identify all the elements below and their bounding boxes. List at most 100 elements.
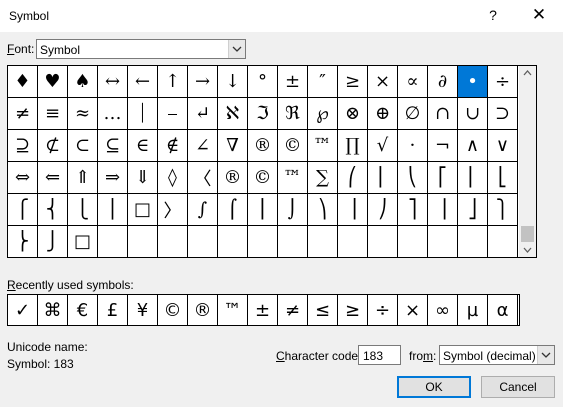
symbol-cell[interactable]: ⌠ <box>218 194 248 226</box>
symbol-cell[interactable]: ⎮ <box>248 194 278 226</box>
symbol-cell[interactable]: ™ <box>308 130 338 162</box>
recent-symbol[interactable]: ∞ <box>428 295 458 325</box>
close-button[interactable]: ✕ <box>529 5 549 25</box>
symbol-cell[interactable] <box>398 226 428 257</box>
symbol-cell[interactable]: ⇐ <box>38 162 68 194</box>
symbol-cell[interactable] <box>278 226 308 257</box>
recent-symbol[interactable]: µ <box>458 295 488 325</box>
symbol-cell[interactable]: ≠ <box>8 98 38 130</box>
recent-symbol[interactable]: ✓ <box>8 295 38 325</box>
symbol-cell[interactable]: ↓ <box>218 66 248 98</box>
symbol-cell[interactable]: ≡ <box>38 98 68 130</box>
symbol-cell[interactable]: ∅ <box>398 98 428 130</box>
symbol-cell[interactable]: ⊃ <box>488 98 518 130</box>
symbol-cell[interactable]: ⎜ <box>368 162 398 194</box>
recent-symbol[interactable]: £ <box>98 295 128 325</box>
symbol-cell[interactable]: ⊄ <box>38 130 68 162</box>
symbol-cell[interactable]: ∝ <box>398 66 428 98</box>
symbol-cell[interactable]: ∧ <box>458 130 488 162</box>
symbol-cell[interactable]: ⎠ <box>368 194 398 226</box>
symbol-cell[interactable]: ∨ <box>488 130 518 162</box>
symbol-cell[interactable]: ∩ <box>428 98 458 130</box>
recent-symbol[interactable]: ≤ <box>308 295 338 325</box>
symbol-cell[interactable]: ♠ <box>68 66 98 98</box>
symbol-cell[interactable]: ∏ <box>338 130 368 162</box>
symbol-cell[interactable]: ⎛ <box>338 162 368 194</box>
symbol-cell[interactable]: ⎣ <box>488 162 518 194</box>
symbol-cell[interactable]: ∠ <box>188 130 218 162</box>
symbol-cell[interactable]: © <box>278 130 308 162</box>
symbol-cell[interactable]: ⎯ <box>158 98 188 130</box>
symbol-cell[interactable]: ⎞ <box>308 194 338 226</box>
symbol-cell[interactable]: ⏐ <box>128 98 158 130</box>
symbol-cell[interactable]: ↔ <box>98 66 128 98</box>
symbol-cell[interactable] <box>128 226 158 257</box>
symbol-cell[interactable] <box>428 226 458 257</box>
scroll-up-icon[interactable] <box>523 70 532 76</box>
from-dropdown[interactable]: Symbol (decimal) <box>439 345 555 365</box>
symbol-cell[interactable]: ± <box>278 66 308 98</box>
symbol-cell[interactable]: ∉ <box>158 130 188 162</box>
recent-symbol[interactable]: ≠ <box>278 295 308 325</box>
symbol-cell[interactable]: ⎥ <box>428 194 458 226</box>
symbol-cell[interactable]: □ <box>68 226 98 257</box>
symbol-cell[interactable]: ⌡ <box>278 194 308 226</box>
ok-button[interactable]: OK <box>397 376 471 398</box>
symbol-cell[interactable] <box>158 226 188 257</box>
symbol-cell[interactable]: ® <box>218 162 248 194</box>
symbol-cell[interactable]: ≈ <box>68 98 98 130</box>
symbol-cell[interactable]: ℵ <box>218 98 248 130</box>
recent-symbol[interactable]: € <box>68 295 98 325</box>
symbol-cell[interactable]: ℑ <box>248 98 278 130</box>
symbol-cell[interactable]: ◊ <box>158 162 188 194</box>
recent-symbol[interactable]: ≥ <box>338 295 368 325</box>
symbol-cell[interactable]: ® <box>248 130 278 162</box>
symbol-cell[interactable] <box>248 226 278 257</box>
symbol-cell[interactable]: ⎬ <box>8 226 38 257</box>
recent-symbol[interactable]: α <box>488 295 518 325</box>
recent-symbol[interactable]: ÷ <box>368 295 398 325</box>
symbol-cell[interactable]: □ <box>128 194 158 226</box>
symbol-cell[interactable]: … <box>98 98 128 130</box>
symbol-cell[interactable]: ⎝ <box>398 162 428 194</box>
symbol-cell[interactable]: ⇑ <box>68 162 98 194</box>
symbol-cell[interactable]: ″ <box>308 66 338 98</box>
symbol-cell[interactable]: ⎪ <box>98 194 128 226</box>
symbol-cell[interactable]: ∂ <box>428 66 458 98</box>
symbol-cell[interactable]: ⊇ <box>8 130 38 162</box>
symbol-cell[interactable] <box>218 226 248 257</box>
recent-symbols[interactable]: ✓ ⌘ € £ ¥ © ® ™ ± ≠ ≤ ≥ ÷ × ∞ µ α <box>7 294 520 326</box>
symbol-cell[interactable]: ∇ <box>218 130 248 162</box>
symbol-cell[interactable]: ♥ <box>38 66 68 98</box>
symbol-cell[interactable]: ⎟ <box>338 194 368 226</box>
symbol-cell[interactable]: ↵ <box>188 98 218 130</box>
symbol-cell[interactable]: ⎭ <box>38 226 68 257</box>
symbol-cell[interactable]: ∈ <box>128 130 158 162</box>
symbol-cell[interactable]: √ <box>368 130 398 162</box>
scroll-down-icon[interactable] <box>523 247 532 253</box>
symbol-cell[interactable] <box>188 226 218 257</box>
symbol-cell[interactable]: ⎫ <box>488 194 518 226</box>
symbol-grid[interactable]: ♦ ♥ ♠ ↔ ← ↑ → ↓ ° ± ″ ≥ × ∝ ∂ • ÷ ≠ ≡ ≈… ⏐ ⎯ ↵ ℵ ℑ ℜ ℘ ⊗ ⊕ ∅ ∩ ∪ ⊃ ⊇ ⊄ ⊂ ⊆ ∈ ∉… <box>8 66 520 257</box>
symbol-cell[interactable]: © <box>248 162 278 194</box>
char-code-input[interactable]: 183 <box>358 345 401 365</box>
symbol-cell[interactable]: ⇔ <box>8 162 38 194</box>
symbol-cell[interactable]: ⇒ <box>98 162 128 194</box>
symbol-cell[interactable]: → <box>188 66 218 98</box>
recent-symbol[interactable]: ™ <box>218 295 248 325</box>
recent-symbol[interactable]: ¥ <box>128 295 158 325</box>
symbol-cell[interactable] <box>338 226 368 257</box>
symbol-cell[interactable]: ⋅ <box>398 130 428 162</box>
symbol-cell-selected[interactable]: • <box>458 66 488 98</box>
symbol-cell[interactable]: ⎩ <box>68 194 98 226</box>
symbol-cell[interactable]: ← <box>128 66 158 98</box>
symbol-cell[interactable]: ⎨ <box>38 194 68 226</box>
symbol-cell[interactable]: ♦ <box>8 66 38 98</box>
symbol-scrollbar[interactable] <box>519 66 536 257</box>
recent-symbol[interactable]: ± <box>248 295 278 325</box>
symbol-cell[interactable]: ™ <box>278 162 308 194</box>
symbol-cell[interactable]: ℘ <box>308 98 338 130</box>
symbol-cell[interactable] <box>98 226 128 257</box>
symbol-cell[interactable]: × <box>368 66 398 98</box>
symbol-cell[interactable]: ℜ <box>278 98 308 130</box>
